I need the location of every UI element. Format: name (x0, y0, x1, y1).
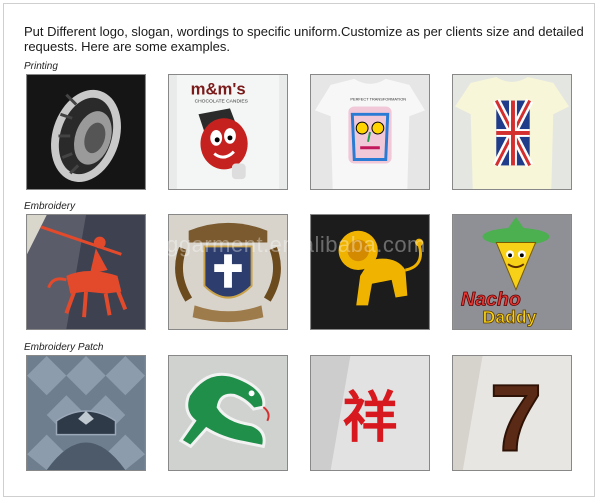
union-jack-tshirt-illustration (453, 75, 571, 189)
mms-subtext: CHOCOLATE CANDIES (195, 99, 249, 105)
face-tshirt-illustration: PERFECT TRANSFORMATION (311, 75, 429, 189)
image-lion-embroidery[interactable] (310, 214, 430, 330)
image-chinese-character-patch[interactable]: 祥 (310, 355, 430, 471)
number-seven-patch-illustration: 7 (453, 356, 571, 470)
mms-logo-text: m&m's (191, 80, 246, 99)
mms-tshirt-illustration: m&m's CHOCOLATE CANDIES (169, 75, 287, 189)
number-seven: 7 (490, 365, 542, 470)
image-unionjack-print[interactable] (452, 74, 572, 190)
image-centaur-embroidery[interactable] (26, 214, 146, 330)
section-label-embroidery: Embroidery (24, 201, 76, 212)
image-mms-print[interactable]: m&m's CHOCOLATE CANDIES (168, 74, 288, 190)
image-face-print[interactable]: PERFECT TRANSFORMATION (310, 74, 430, 190)
image-number-seven-patch[interactable]: 7 (452, 355, 572, 471)
chinese-character-patch-illustration: 祥 (311, 356, 429, 470)
image-tire-print[interactable] (26, 74, 146, 190)
dragon-patch-illustration (169, 356, 287, 470)
image-nacho-daddy-embroidery[interactable]: Nacho Daddy (452, 214, 572, 330)
section-label-embroidery-patch: Embroidery Patch (24, 342, 104, 353)
lion-embroidery-illustration (311, 215, 429, 329)
section-label-printing: Printing (24, 61, 58, 72)
tire-illustration (27, 75, 145, 189)
image-crest-embroidery[interactable] (168, 214, 288, 330)
nacho-daddy-embroidery-illustration: Nacho Daddy (453, 215, 571, 329)
daddy-text: Daddy (483, 307, 537, 327)
chinese-character: 祥 (342, 386, 397, 450)
image-dragon-patch[interactable] (168, 355, 288, 471)
argyle-patch-illustration (27, 356, 145, 470)
image-argyle-patch[interactable] (26, 355, 146, 471)
centaur-embroidery-illustration (27, 215, 145, 329)
intro-text: Put Different logo, slogan, wordings to … (24, 24, 584, 54)
crest-embroidery-illustration (169, 215, 287, 329)
shirt-caption: PERFECT TRANSFORMATION (350, 97, 406, 102)
